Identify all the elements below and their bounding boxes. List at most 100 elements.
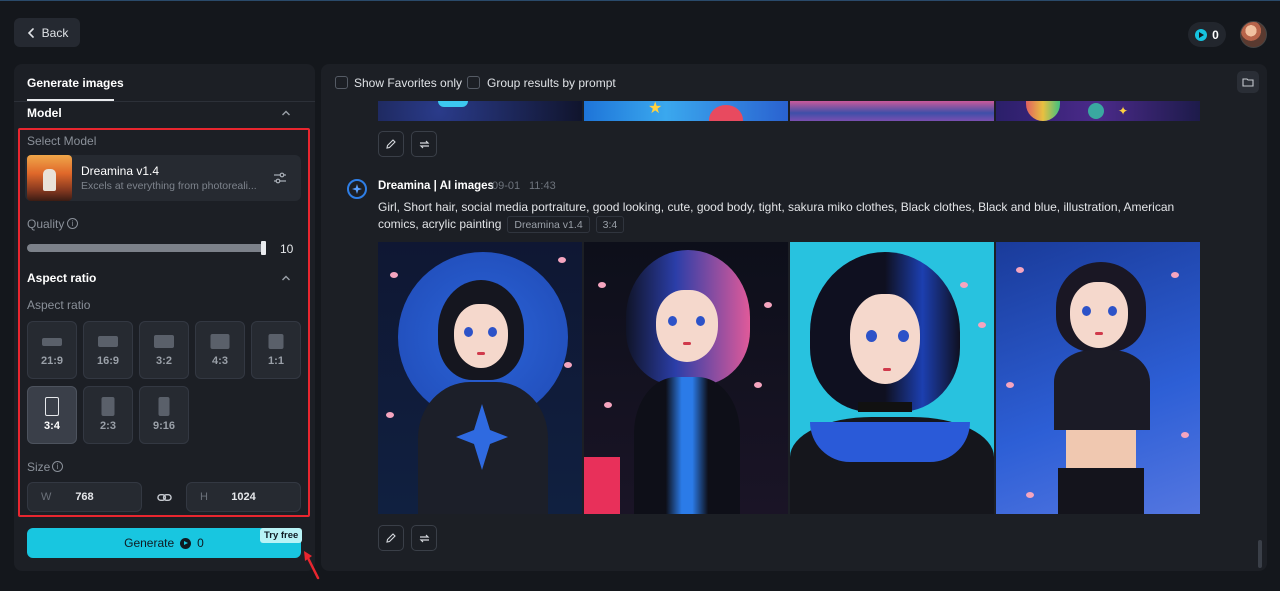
ratio-option-16-9[interactable]: 16:9 [83, 321, 133, 379]
credit-icon [1195, 28, 1208, 41]
eye-shape [1082, 306, 1091, 316]
edit-button[interactable] [378, 131, 404, 157]
chevron-up-icon[interactable] [281, 108, 291, 118]
choker-decoration [858, 402, 912, 412]
skirt-shape [1058, 468, 1144, 514]
petal-decoration [960, 282, 968, 288]
red-arrow-icon [304, 551, 320, 580]
ratio-shape-icon [101, 397, 115, 416]
height-value: 1024 [231, 491, 256, 503]
eye-shape [898, 330, 909, 342]
info-icon[interactable]: i [67, 218, 78, 229]
previous-result-image[interactable] [378, 101, 582, 121]
edit-button[interactable] [378, 525, 404, 551]
model-description: Excels at everything from photoreali... [81, 180, 257, 192]
planet-decoration [1088, 103, 1104, 119]
ratio-label: 4:3 [212, 355, 228, 367]
model-name: Dreamina v1.4 [81, 164, 160, 178]
ratio-option-21-9[interactable]: 21:9 [27, 321, 77, 379]
previous-result-image[interactable] [790, 101, 994, 121]
link-icon[interactable] [157, 490, 172, 505]
model-section-title: Model [27, 106, 62, 120]
result-prompt: Girl, Short hair, social media portraitu… [378, 199, 1208, 233]
mouth-shape [477, 352, 485, 355]
ratio-option-3-4[interactable]: 3:4 [27, 386, 77, 444]
previous-result-image[interactable]: ✦ [996, 101, 1200, 121]
width-input[interactable]: W 768 [27, 482, 142, 512]
petal-decoration [978, 322, 986, 328]
generated-image[interactable] [790, 242, 994, 514]
group-by-prompt-label[interactable]: Group results by prompt [487, 76, 616, 90]
generated-image[interactable] [996, 242, 1200, 514]
credit-icon [180, 537, 192, 549]
model-selector[interactable]: Dreamina v1.4 Excels at everything from … [25, 155, 301, 201]
sliders-icon[interactable] [273, 171, 287, 185]
quality-slider[interactable] [27, 244, 265, 252]
dreamina-logo-icon [347, 179, 367, 199]
ratio-label: 1:1 [268, 355, 284, 367]
eye-shape [1108, 306, 1117, 316]
body-shape [1054, 350, 1150, 430]
scrollbar-thumb[interactable] [1258, 540, 1262, 568]
back-button[interactable]: Back [14, 18, 80, 47]
avatar[interactable] [1240, 21, 1267, 48]
petal-decoration [604, 402, 612, 408]
favorites-label[interactable]: Show Favorites only [354, 76, 462, 90]
ratio-tag: 3:4 [595, 216, 625, 233]
window-top-border [0, 0, 1280, 1]
favorites-checkbox[interactable] [335, 76, 348, 89]
generated-image[interactable] [584, 242, 788, 514]
repeat-icon [419, 140, 429, 148]
ratio-option-3-2[interactable]: 3:2 [139, 321, 189, 379]
face-shape [1070, 282, 1128, 348]
prompt-text: Girl, Short hair, social media portraitu… [378, 200, 1175, 231]
generate-panel: Generate images Model Select Model Dream… [14, 64, 315, 571]
regenerate-button[interactable] [411, 525, 437, 551]
petal-decoration [1026, 492, 1034, 498]
petal-decoration [1006, 382, 1014, 388]
result-date: 09-01 [492, 180, 521, 192]
regenerate-button[interactable] [411, 131, 437, 157]
generated-image[interactable] [378, 242, 582, 514]
eye-shape [668, 316, 677, 326]
credits-badge[interactable]: 0 [1188, 22, 1226, 47]
eye-shape [488, 327, 497, 337]
petal-decoration [1016, 267, 1024, 273]
result-time: 11:43 [529, 180, 556, 192]
mouth-shape [883, 368, 891, 371]
try-free-badge: Try free [260, 528, 303, 543]
pencil-icon [386, 139, 396, 149]
width-value: 768 [75, 491, 94, 503]
folder-button[interactable] [1237, 71, 1259, 93]
chevron-up-icon[interactable] [281, 273, 291, 283]
ratio-option-9-16[interactable]: 9:16 [139, 386, 189, 444]
group-by-prompt-checkbox[interactable] [467, 76, 480, 89]
ratio-option-4-3[interactable]: 4:3 [195, 321, 245, 379]
ratio-label: 3:4 [44, 420, 60, 432]
chevron-left-icon [27, 27, 34, 38]
height-input[interactable]: H 1024 [186, 482, 301, 512]
previous-result-image[interactable]: ★ [584, 101, 788, 121]
petal-decoration [390, 272, 398, 278]
ratio-option-2-3[interactable]: 2:3 [83, 386, 133, 444]
face-shape [656, 290, 718, 362]
ratio-shape-icon [158, 397, 170, 416]
ratio-label: 21:9 [40, 355, 64, 367]
waist-shape [1066, 430, 1136, 470]
ratio-label: 2:3 [100, 420, 116, 432]
generate-label: Generate [124, 536, 175, 550]
result-author: Dreamina | AI images [378, 180, 494, 192]
mouth-shape [683, 342, 691, 345]
eye-shape [464, 327, 473, 337]
petal-decoration [386, 412, 394, 418]
star-decoration: ★ [648, 101, 663, 117]
ratio-shape-icon [154, 335, 174, 348]
model-tag: Dreamina v1.4 [507, 216, 590, 233]
ratio-shape-icon [98, 336, 118, 347]
tab-generate-images[interactable]: Generate images [27, 76, 124, 90]
mouth-shape [1095, 332, 1103, 335]
planet-decoration [1026, 101, 1060, 121]
info-icon[interactable]: i [52, 461, 63, 472]
ratio-option-1-1[interactable]: 1:1 [251, 321, 301, 379]
quality-slider-handle[interactable] [261, 241, 266, 255]
